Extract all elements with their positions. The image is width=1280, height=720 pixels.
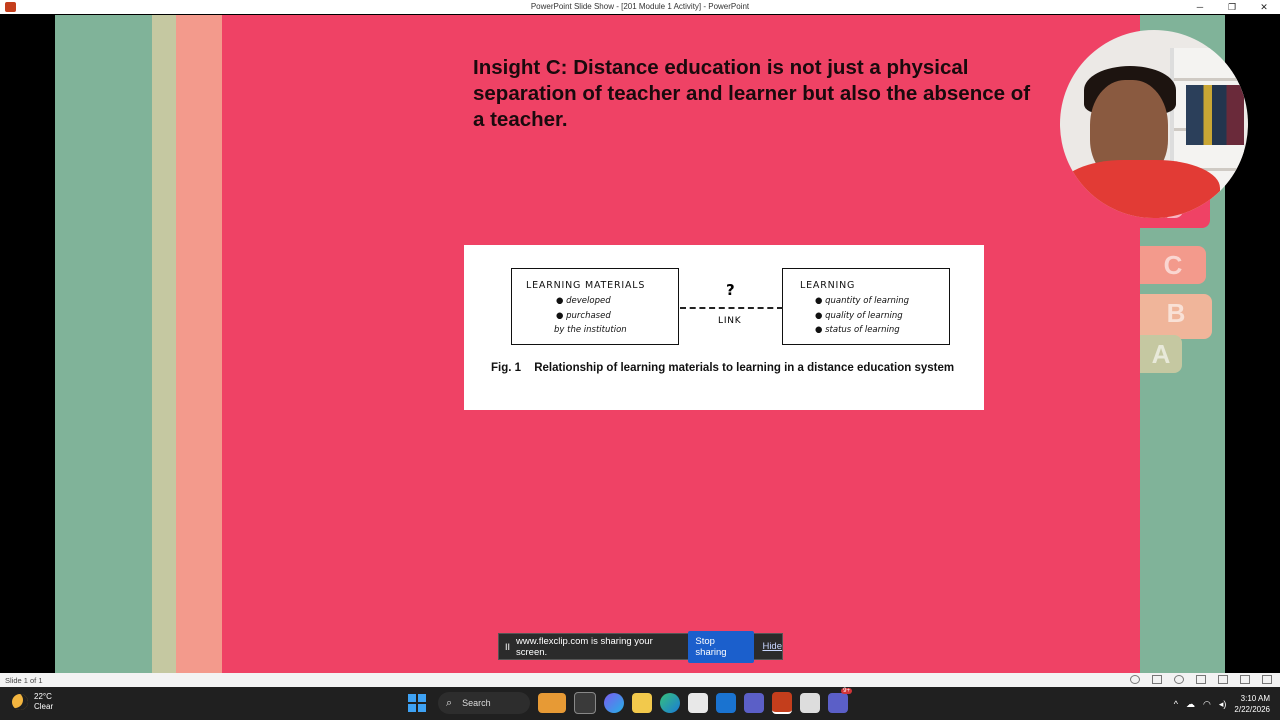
learning-materials-title: LEARNING MATERIALS <box>526 280 646 291</box>
stripe-green <box>55 15 152 673</box>
side-tab-b: B <box>1140 294 1212 339</box>
learning-list: ● quantity of learning ● quality of lear… <box>815 294 909 338</box>
teams-icon[interactable] <box>744 693 764 713</box>
notes-view-icon[interactable] <box>1152 675 1162 684</box>
stop-sharing-button[interactable]: Stop sharing <box>688 630 755 663</box>
copilot-icon[interactable] <box>604 693 624 713</box>
pause-icon: II <box>505 641 511 652</box>
slide-stage[interactable]: Insight C: Distance education is not jus… <box>55 15 1225 673</box>
figure-caption: Fig. 1 Relationship of learning material… <box>491 362 954 374</box>
date: 2/22/2026 <box>1234 705 1270 714</box>
file-explorer-icon[interactable] <box>632 693 652 713</box>
left-item: ● purchased <box>556 310 611 321</box>
share-message: www.flexclip.com is sharing your screen. <box>516 635 653 658</box>
figure-image: LEARNING MATERIALS ● developed ● purchas… <box>464 245 984 410</box>
side-tab-a: A <box>1140 335 1182 373</box>
accessibility-icon[interactable] <box>1130 675 1140 684</box>
slideshow-icon[interactable] <box>1262 675 1272 684</box>
taskbar-apps: ⌕ Search 9+ <box>408 688 852 714</box>
system-tray: ^ ☁ ◠ ◂) 3:10 AM 2/22/2026 <box>1174 693 1270 715</box>
right-item: ● status of learning <box>815 325 900 335</box>
learning-materials-list: ● developed ● purchased by the instituti… <box>554 294 627 338</box>
window-controls: ─ ❐ ✕ <box>1184 0 1280 14</box>
temperature: 22°C <box>34 692 52 701</box>
learning-materials-box: LEARNING MATERIALS ● developed ● purchas… <box>511 268 679 345</box>
powerpoint-icon <box>5 2 16 12</box>
status-bar: Slide 1 of 1 <box>0 673 1280 687</box>
right-item: ● quality of learning <box>815 310 903 321</box>
notification-badge: 9+ <box>841 688 852 694</box>
minimize-button[interactable]: ─ <box>1184 0 1216 14</box>
question-mark: ? <box>726 281 735 299</box>
slide-indicator: Slide 1 of 1 <box>5 676 43 685</box>
edge-icon[interactable] <box>660 693 680 713</box>
side-tabs: D C B A <box>1140 190 1220 390</box>
screen-share-bar: II www.flexclip.com is sharing your scre… <box>498 630 783 663</box>
search-icon: ⌕ <box>446 696 453 709</box>
search-label: Search <box>462 698 491 708</box>
left-item: ● developed <box>556 296 611 306</box>
powerpoint-taskbar-icon[interactable] <box>772 692 792 714</box>
maximize-button[interactable]: ❐ <box>1216 0 1248 14</box>
figure-number: Fig. 1 <box>491 362 522 374</box>
view-buttons <box>1130 675 1272 684</box>
right-item: ● quantity of learning <box>815 296 909 306</box>
close-button[interactable]: ✕ <box>1248 0 1280 14</box>
dashed-link-line <box>680 307 783 309</box>
normal-view-icon[interactable] <box>1196 675 1206 684</box>
widget-cat-icon[interactable] <box>538 693 566 713</box>
slide-sorter-icon[interactable] <box>1218 675 1228 684</box>
clothes-rack <box>1186 85 1244 145</box>
title-bar: PowerPoint Slide Show - [201 Module 1 Ac… <box>0 0 1280 14</box>
volume-icon[interactable]: ◂) <box>1219 699 1227 710</box>
side-tab-c: C <box>1140 246 1206 284</box>
store-icon[interactable] <box>688 693 708 713</box>
left-item: by the institution <box>554 325 627 335</box>
mail-icon[interactable] <box>716 693 736 713</box>
person-shirt <box>1060 160 1220 218</box>
snipping-tool-icon[interactable] <box>800 693 820 713</box>
reading-view-icon[interactable] <box>1240 675 1250 684</box>
link-label: LINK <box>718 316 742 326</box>
onedrive-icon[interactable]: ☁ <box>1186 699 1195 710</box>
learning-box: LEARNING ● quantity of learning ● qualit… <box>782 268 950 345</box>
learning-title: LEARNING <box>800 280 856 291</box>
windows-start-icon[interactable] <box>408 694 426 712</box>
slide-heading: Insight C: Distance education is not jus… <box>473 56 1031 131</box>
teams-chat-icon[interactable]: 9+ <box>828 688 852 713</box>
window-title: PowerPoint Slide Show - [201 Module 1 Ac… <box>530 2 750 11</box>
stripe-salmon <box>176 15 222 673</box>
task-view-icon[interactable] <box>574 692 596 714</box>
figure-caption-text: Relationship of learning materials to le… <box>534 362 955 374</box>
time: 3:10 AM <box>1240 694 1270 703</box>
chevron-up-icon[interactable]: ^ <box>1174 699 1178 709</box>
taskbar: 22°C Clear ⌕ Search 9+ ^ ☁ ◠ ◂) 3:10 AM … <box>0 687 1280 720</box>
taskbar-search[interactable]: ⌕ Search <box>438 692 530 714</box>
play-icon[interactable] <box>1174 675 1184 684</box>
weather-condition: Clear <box>34 702 54 711</box>
hide-link[interactable]: Hide <box>762 641 782 652</box>
webcam-overlay <box>1060 30 1248 218</box>
wifi-icon[interactable]: ◠ <box>1203 699 1211 710</box>
clock[interactable]: 3:10 AM 2/22/2026 <box>1234 693 1270 715</box>
moon-icon <box>12 694 28 710</box>
stripe-beige <box>152 15 176 673</box>
weather-widget[interactable]: 22°C Clear <box>12 692 53 712</box>
